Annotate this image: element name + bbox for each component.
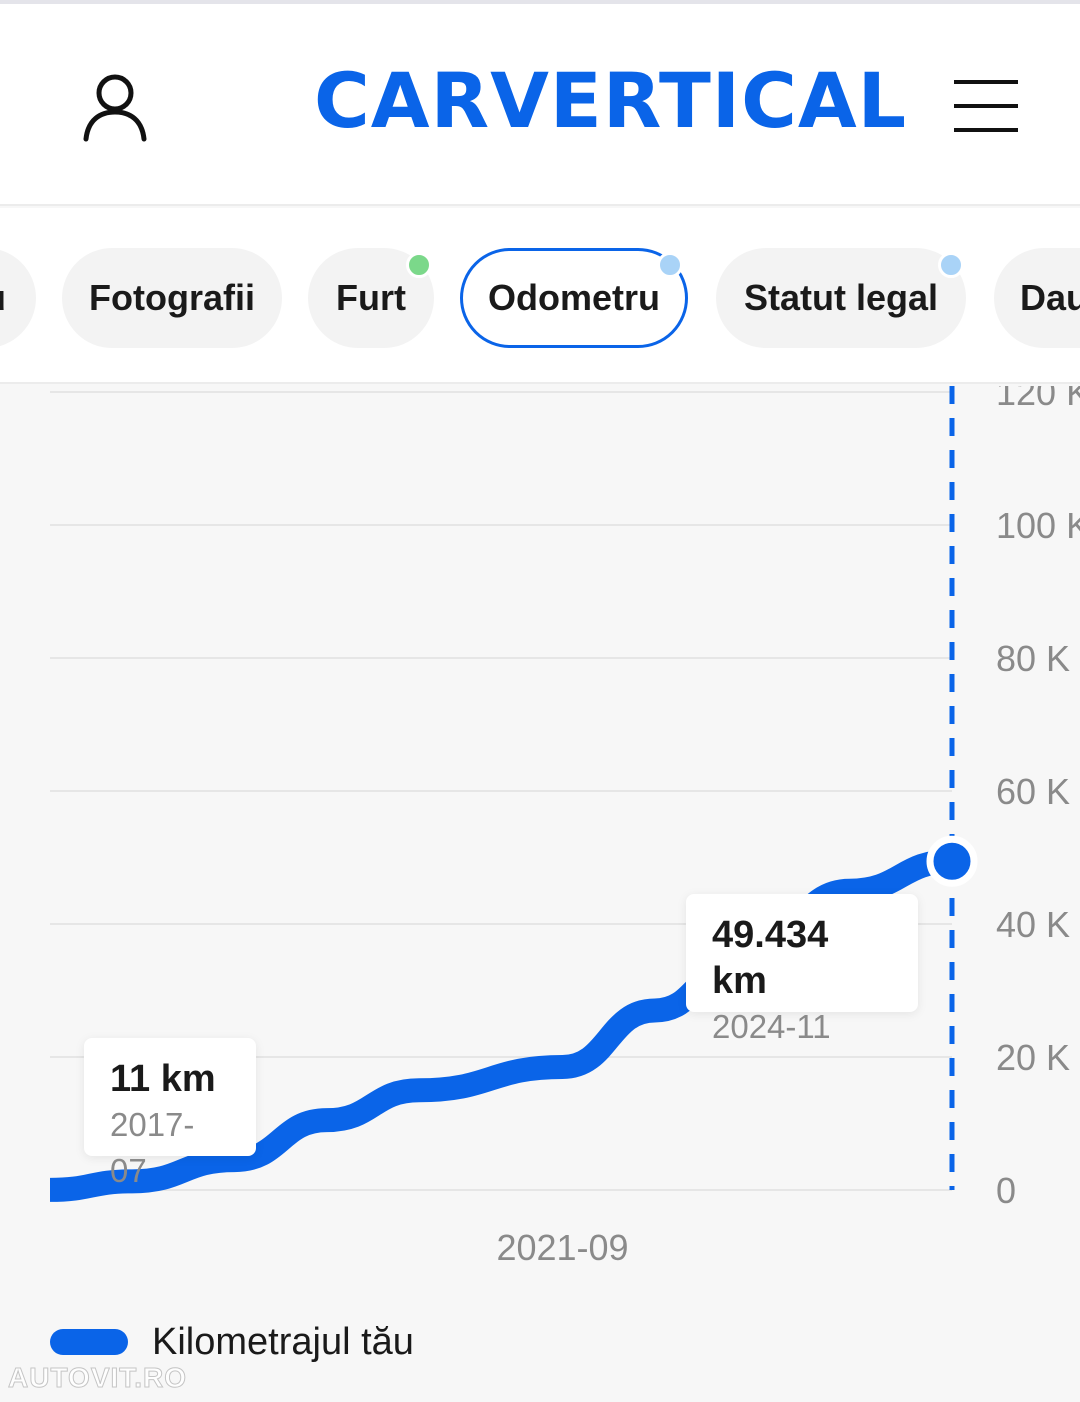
- y-axis-ticks: 0 20 K 40 K 60 K 80 K 100 K 120 K: [996, 372, 1080, 1211]
- status-dot-green: [406, 252, 432, 278]
- tooltip-last-reading: 49.434 km 2024-11: [686, 894, 918, 1045]
- tab-fotografii[interactable]: Fotografii: [62, 248, 282, 348]
- watermark: AUTOVIT.RO: [7, 1362, 188, 1394]
- header: CARVERTICAL: [0, 4, 1080, 206]
- legend-swatch: [50, 1329, 128, 1355]
- y-tick-label: 60 K: [996, 771, 1070, 812]
- y-tick-label: 80 K: [996, 638, 1070, 679]
- carvertical-logo[interactable]: CARVERTICAL: [314, 56, 907, 146]
- odometer-chart: 0 20 K 40 K 60 K 80 K 100 K 120 K 2021-09 11 k…: [0, 372, 1080, 1286]
- tab-statut-legal[interactable]: Statut legal: [716, 248, 966, 348]
- tab-label: Statut legal: [743, 277, 939, 318]
- status-dot-blue: [657, 252, 683, 278]
- status-dot-blue: [938, 252, 964, 278]
- y-tick-label: 120 K: [996, 386, 1080, 413]
- tooltip-first-reading: 11 km 2017-07: [84, 1038, 256, 1189]
- y-tick-label: 0: [996, 1170, 1016, 1211]
- tab-label: Odometru: [487, 277, 660, 318]
- tooltip-value: 49.434 km: [712, 914, 829, 1002]
- y-tick-label: 100 K: [996, 505, 1080, 546]
- y-tick-label: 40 K: [996, 904, 1070, 945]
- hamburger-menu-icon[interactable]: [954, 80, 1018, 132]
- chart-legend: Kilometrajul tău: [50, 1316, 414, 1368]
- tooltip-date: 2017-07: [110, 1106, 195, 1189]
- x-axis-ticks: 2021-09: [496, 1227, 628, 1268]
- tab-label: u: [0, 277, 6, 319]
- user-icon[interactable]: [82, 72, 148, 142]
- tab-label: Furt: [336, 277, 406, 318]
- tab-previous[interactable]: u: [0, 248, 36, 348]
- page: CARVERTICAL u Fotografii Furt Odometru S…: [0, 0, 1080, 1402]
- x-tick-label: 2021-09: [496, 1227, 628, 1268]
- last-data-point[interactable]: [926, 835, 978, 887]
- tab-label: Dau: [1020, 277, 1080, 318]
- tab-daune[interactable]: Dau: [994, 248, 1080, 348]
- y-tick-label: 20 K: [996, 1037, 1070, 1078]
- tab-label: Fotografii: [89, 277, 255, 318]
- tab-odometru[interactable]: Odometru: [460, 248, 688, 348]
- legend-label: Kilometrajul tău: [152, 1320, 414, 1363]
- section-tabs: u Fotografii Furt Odometru Statut legal …: [0, 208, 1080, 384]
- tooltip-date: 2024-11: [712, 1008, 831, 1045]
- tab-furt[interactable]: Furt: [308, 248, 434, 348]
- tooltip-value: 11 km: [110, 1058, 216, 1100]
